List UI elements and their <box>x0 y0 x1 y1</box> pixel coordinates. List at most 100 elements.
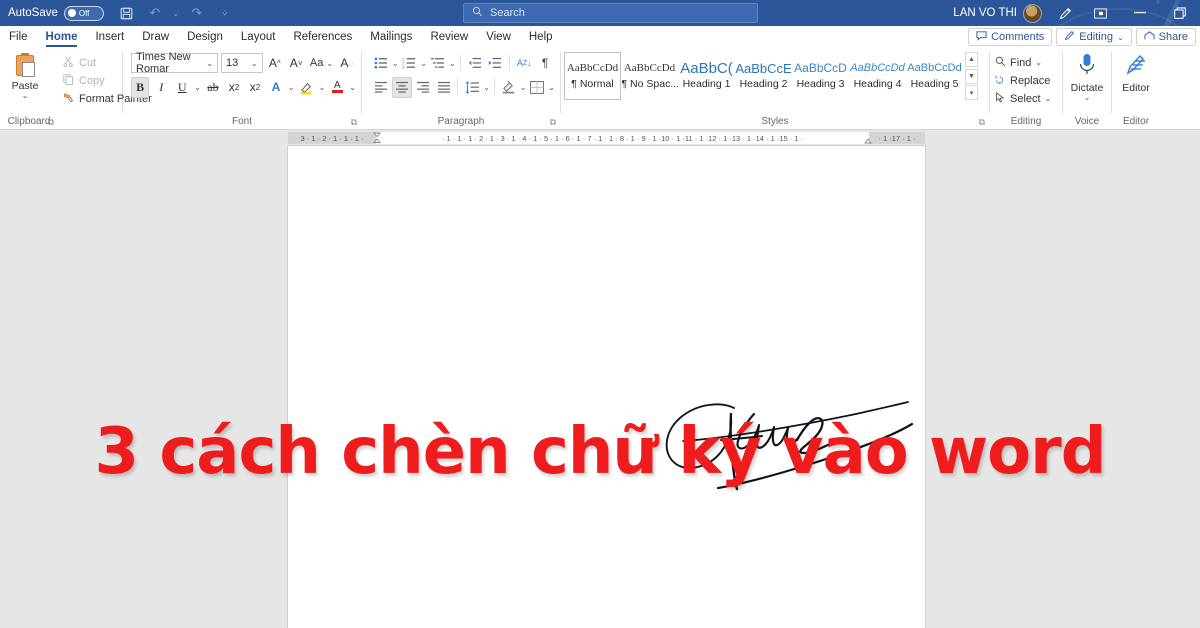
tab-insert[interactable]: Insert <box>86 26 133 48</box>
dictate-chevron-icon[interactable]: ⌄ <box>1084 94 1091 102</box>
redo-icon[interactable]: ↷ <box>184 2 210 24</box>
font-size-combo[interactable]: 13 ⌄ <box>221 53 263 73</box>
dictate-button[interactable]: Dictate ⌄ <box>1068 51 1106 102</box>
bold-icon[interactable]: B <box>131 76 150 98</box>
underline-icon[interactable]: U <box>173 77 191 98</box>
align-left-icon[interactable] <box>371 77 391 98</box>
minimize-icon[interactable] <box>1120 0 1160 26</box>
customize-quick-access-icon[interactable]: ⩒ <box>212 2 238 24</box>
font-color-chevron-icon[interactable]: ⌄ <box>349 83 356 91</box>
more-styles-icon[interactable]: ▾ <box>965 85 978 100</box>
increase-indent-icon[interactable] <box>486 53 506 74</box>
strikethrough-icon[interactable]: ab <box>204 77 222 98</box>
autosave-toggle[interactable]: Off <box>63 5 104 21</box>
tab-file[interactable]: File <box>0 26 37 48</box>
increase-font-size-icon[interactable]: A ^ <box>266 53 284 74</box>
numbering-icon[interactable]: 123 <box>400 53 420 74</box>
find-chevron-icon[interactable]: ⌄ <box>1035 59 1042 67</box>
paste-chevron-icon[interactable]: ⌄ <box>22 92 29 100</box>
clipboard-dialog-launcher[interactable]: ⧉ <box>48 117 54 128</box>
styles-dialog-launcher[interactable]: ⧉ <box>979 117 985 128</box>
underline-chevron-icon[interactable]: ⌄ <box>194 83 201 91</box>
undo-icon[interactable]: ↶ <box>142 2 168 24</box>
change-case-icon[interactable]: Aa ⌄ <box>308 53 334 74</box>
tab-design[interactable]: Design <box>178 26 232 48</box>
editing-label: Editing <box>1079 31 1113 43</box>
justify-icon[interactable] <box>434 77 454 98</box>
borders-icon[interactable] <box>527 77 547 98</box>
right-indent-marker-icon[interactable] <box>864 132 872 144</box>
style-heading-5[interactable]: AaBbCcDd Heading 5 <box>906 52 963 100</box>
text-effects-icon[interactable]: A <box>267 77 285 98</box>
paste-button[interactable]: Paste ⌄ <box>2 51 48 100</box>
font-name-combo[interactable]: Times New Romar ⌄ <box>131 51 219 75</box>
avatar[interactable] <box>1023 3 1042 23</box>
scroll-up-icon[interactable]: ▲ <box>965 52 978 67</box>
align-center-icon[interactable] <box>391 76 412 98</box>
borders-chevron-icon[interactable]: ⌄ <box>548 83 555 91</box>
tab-view[interactable]: View <box>477 26 520 48</box>
highlight-chevron-icon[interactable]: ⌄ <box>319 83 326 91</box>
style-heading-1[interactable]: AaBbC( Heading 1 <box>678 52 735 100</box>
styles-scrollbar: ▲ ▼ ▾ <box>965 52 978 100</box>
tab-mailings[interactable]: Mailings <box>361 26 421 48</box>
shading-icon[interactable] <box>499 77 519 98</box>
style-heading-2[interactable]: AaBbCcE Heading 2 <box>735 52 792 100</box>
document-canvas[interactable]: 3 cách chèn chữ ký vào word <box>0 146 1200 628</box>
style-heading-4[interactable]: AaBbCcDd Heading 4 <box>849 52 906 100</box>
bullets-icon[interactable] <box>371 53 391 74</box>
tab-draw[interactable]: Draw <box>133 26 178 48</box>
show-formatting-marks-icon[interactable]: ¶ <box>535 53 555 74</box>
ribbon-display-options-icon[interactable] <box>1080 0 1120 26</box>
left-indent-marker-icon[interactable] <box>373 132 381 144</box>
line-spacing-icon[interactable] <box>462 77 482 98</box>
multilevel-list-icon[interactable] <box>428 53 448 74</box>
select-button[interactable]: Select ⌄ <box>995 90 1051 107</box>
line-spacing-chevron-icon[interactable]: ⌄ <box>483 83 490 91</box>
paragraph-dialog-launcher[interactable]: ⧉ <box>550 117 556 128</box>
font-color-icon[interactable]: A <box>328 77 346 98</box>
decrease-font-size-icon[interactable]: A ˅ <box>287 53 305 74</box>
editor-button[interactable]: Editor <box>1117 51 1155 94</box>
undo-dropdown-icon[interactable]: ⌄ <box>170 2 182 24</box>
replace-button[interactable]: bc Replace <box>995 72 1051 89</box>
find-button[interactable]: Find ⌄ <box>995 54 1051 71</box>
restore-icon[interactable] <box>1160 0 1200 26</box>
scroll-down-icon[interactable]: ▼ <box>965 68 978 84</box>
autosave-control[interactable]: AutoSave Off <box>0 5 104 21</box>
clear-formatting-icon[interactable]: A ◌ <box>338 53 356 74</box>
search-input[interactable]: Search <box>463 3 758 23</box>
style-normal[interactable]: AaBbCcDd ¶ Normal <box>564 52 621 100</box>
font-dialog-launcher[interactable]: ⧉ <box>351 117 357 128</box>
pen-icon[interactable] <box>1050 0 1080 26</box>
align-right-icon[interactable] <box>413 77 433 98</box>
decrease-indent-icon[interactable] <box>465 53 485 74</box>
style-heading-3[interactable]: AaBbCcD Heading 3 <box>792 52 849 100</box>
comments-button[interactable]: Comments <box>968 28 1053 46</box>
save-icon[interactable] <box>114 2 140 24</box>
shading-chevron-icon[interactable]: ⌄ <box>520 83 527 91</box>
text-effects-chevron-icon[interactable]: ⌄ <box>288 83 295 91</box>
superscript-icon[interactable]: x2 <box>246 77 264 98</box>
sort-icon[interactable]: A Z ↓ <box>514 53 534 74</box>
subscript-icon[interactable]: x2 <box>225 77 243 98</box>
style-name: Heading 3 <box>796 78 845 90</box>
tab-home[interactable]: Home <box>37 26 87 48</box>
font-size-value: 13 <box>226 57 239 69</box>
select-chevron-icon[interactable]: ⌄ <box>1045 95 1052 103</box>
tab-help[interactable]: Help <box>520 26 562 48</box>
tab-layout[interactable]: Layout <box>232 26 285 48</box>
style-no-spacing[interactable]: AaBbCcDd ¶ No Spac... <box>621 52 678 100</box>
numbering-chevron-icon[interactable]: ⌄ <box>420 59 427 67</box>
tab-review[interactable]: Review <box>421 26 477 48</box>
bullets-chevron-icon[interactable]: ⌄ <box>392 59 399 67</box>
editing-button[interactable]: Editing ⌄ <box>1056 28 1132 46</box>
user-name[interactable]: LAN VO THI <box>953 7 1017 19</box>
document-page[interactable] <box>288 146 925 628</box>
text-highlight-color-icon[interactable] <box>298 77 316 98</box>
multilevel-chevron-icon[interactable]: ⌄ <box>449 59 456 67</box>
tab-references[interactable]: References <box>284 26 361 48</box>
italic-icon[interactable]: I <box>152 77 170 98</box>
horizontal-ruler[interactable]: 3 · 1 · 2 · 1 · 1 · 1 · · 1 · 1 · 1 · 2 … <box>288 132 925 144</box>
share-button[interactable]: Share <box>1135 28 1196 46</box>
